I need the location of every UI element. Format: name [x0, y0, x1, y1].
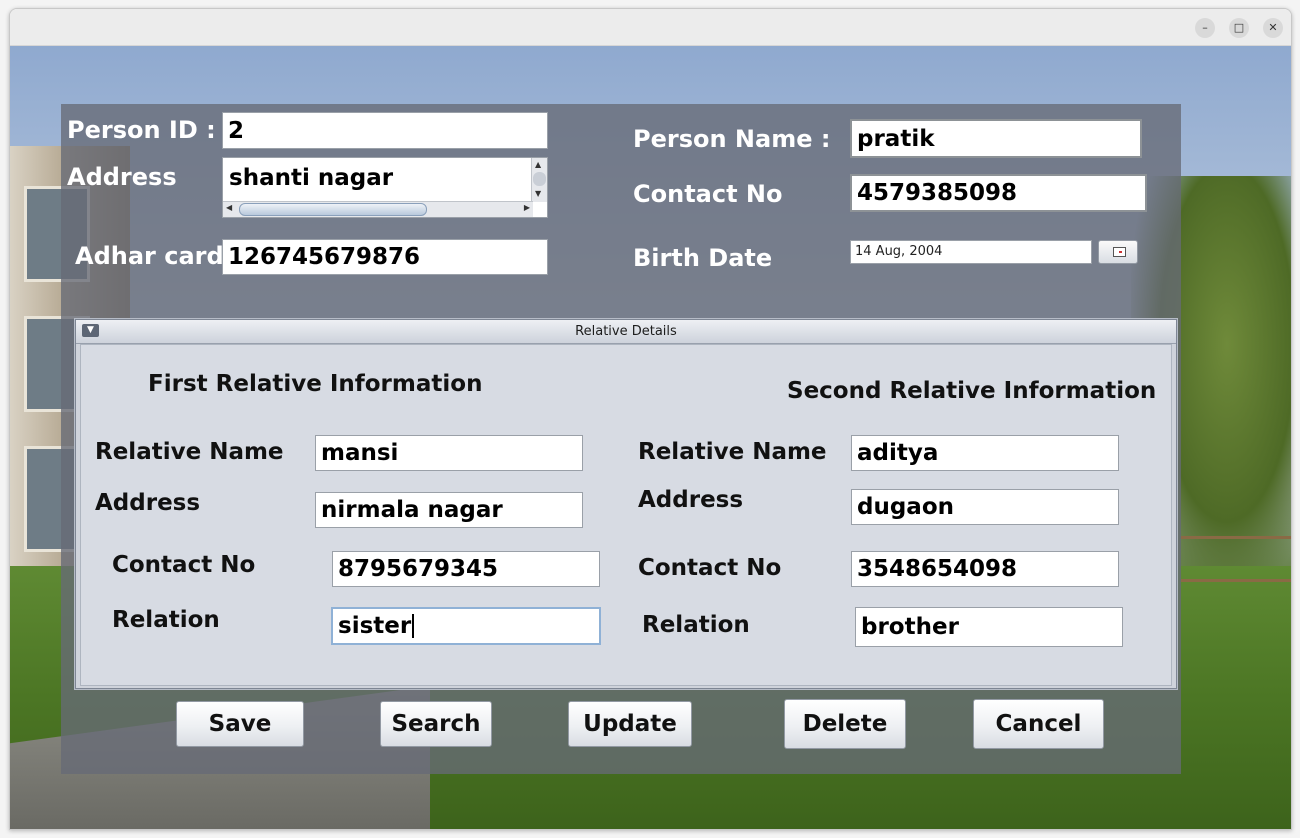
scroll-up-icon[interactable]: ▲ — [535, 160, 541, 169]
birth-date-picker[interactable]: 14 Aug, 2004 — [850, 240, 1140, 266]
maximize-icon: □ — [1233, 21, 1245, 34]
update-button[interactable]: Update — [568, 701, 692, 747]
cancel-button[interactable]: Cancel — [973, 699, 1104, 749]
first-relative-name-field[interactable]: mansi — [315, 435, 583, 471]
close-button[interactable]: ✕ — [1263, 18, 1283, 38]
second-relative-relation-field[interactable]: brother — [855, 607, 1123, 647]
first-relative-address-field[interactable]: nirmala nagar — [315, 492, 583, 528]
first-relative-contact-label: Contact No — [112, 552, 256, 578]
first-relative-address-label: Address — [95, 490, 201, 516]
title-bar: – □ ✕ — [10, 9, 1291, 46]
birth-date-label: Birth Date — [633, 244, 773, 272]
text-cursor — [412, 614, 415, 638]
minimize-button[interactable]: – — [1195, 18, 1215, 38]
second-relative-address-field[interactable]: dugaon — [851, 489, 1119, 525]
person-name-label: Person Name : — [633, 125, 831, 153]
calendar-button[interactable] — [1098, 240, 1138, 264]
vertical-scrollbar[interactable]: ▲ ▼ — [531, 158, 547, 202]
contact-no-label: Contact No — [633, 180, 783, 208]
contact-no-field[interactable]: 4579385098 — [850, 174, 1147, 212]
person-name-field[interactable]: pratik — [850, 119, 1142, 158]
background-image: Person ID : 2 Address shanti nagar ▲ ▼ ◀… — [10, 46, 1291, 829]
minimize-icon: – — [1202, 21, 1208, 34]
person-id-label: Person ID : — [67, 116, 216, 144]
horizontal-scrollbar[interactable]: ◀ ▶ — [223, 201, 533, 217]
adhar-card-field[interactable]: 126745679876 — [222, 239, 548, 275]
second-relative-contact-label: Contact No — [638, 555, 782, 581]
first-relative-relation-field[interactable]: sister — [331, 607, 601, 645]
person-id-field[interactable]: 2 — [222, 112, 548, 149]
first-relative-contact-field[interactable]: 8795679345 — [332, 551, 600, 587]
scroll-down-icon[interactable]: ▼ — [535, 189, 541, 198]
app-window: – □ ✕ Person ID : 2 Address shanti nagar — [9, 8, 1292, 830]
relative-details-titlebar: ▼ Relative Details — [76, 320, 1176, 344]
address-textarea[interactable]: shanti nagar ▲ ▼ ◀ ▶ — [222, 157, 548, 218]
first-relative-heading: First Relative Information — [148, 371, 483, 397]
birth-date-field[interactable]: 14 Aug, 2004 — [850, 240, 1092, 264]
scroll-left-icon[interactable]: ◀ — [226, 203, 232, 212]
relative-details-title: Relative Details — [575, 324, 677, 339]
scroll-right-icon[interactable]: ▶ — [524, 203, 530, 212]
fence-illustration — [1181, 536, 1291, 582]
calendar-icon — [1113, 247, 1126, 257]
search-button[interactable]: Search — [380, 701, 492, 747]
second-relative-heading: Second Relative Information — [787, 378, 1157, 404]
form-panel: Person ID : 2 Address shanti nagar ▲ ▼ ◀… — [61, 104, 1181, 774]
collapse-icon[interactable]: ▼ — [82, 324, 99, 337]
second-relative-contact-field[interactable]: 3548654098 — [851, 551, 1119, 587]
second-relative-name-label: Relative Name — [638, 439, 827, 465]
save-button[interactable]: Save — [176, 701, 304, 747]
adhar-card-label: Adhar card — [75, 242, 224, 270]
close-icon: ✕ — [1268, 21, 1278, 34]
second-relative-address-label: Address — [638, 487, 744, 513]
relative-details-body: First Relative Information Relative Name… — [80, 344, 1172, 686]
relative-details-frame: ▼ Relative Details First Relative Inform… — [75, 319, 1177, 689]
address-label: Address — [67, 163, 177, 191]
delete-button[interactable]: Delete — [784, 699, 906, 749]
first-relative-relation-label: Relation — [112, 607, 220, 633]
maximize-button[interactable]: □ — [1229, 18, 1249, 38]
second-relative-name-field[interactable]: aditya — [851, 435, 1119, 471]
address-text: shanti nagar — [229, 165, 394, 191]
first-relative-relation-value: sister — [338, 613, 412, 639]
second-relative-relation-label: Relation — [642, 612, 750, 638]
first-relative-name-label: Relative Name — [95, 439, 284, 465]
